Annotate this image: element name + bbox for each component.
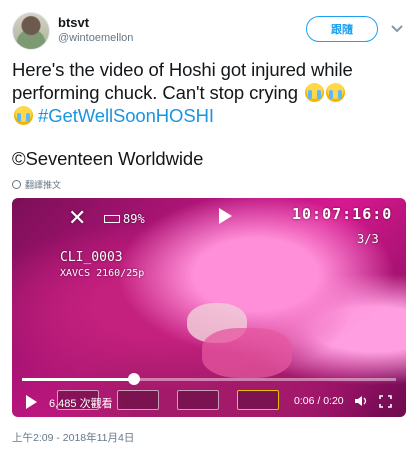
video-player[interactable]: ✕ 89% 10:07:16:0 3/3 CLI_0003 XAVCS 2160… [12,198,406,417]
osd-format: XAVCS 2160/25p [60,268,145,279]
tweet-line-2-text: performing chuck. Can't stop crying [12,82,298,103]
tweet-timestamp[interactable]: 上午2:09 - 2018年11月4日 [12,430,134,445]
video-controls: 6,485 次觀看 0:06 / 0:20 [12,388,406,417]
time-readout: 0:06 / 0:20 [294,395,344,407]
play-icon[interactable] [26,395,37,409]
tweet-line-1: Here's the video of Hoshi got injured wh… [12,59,353,80]
globe-icon [12,180,21,189]
display-name[interactable]: btsvt [58,15,89,30]
loudly-crying-face-icon [304,83,324,102]
loudly-crying-face-icon [325,83,345,102]
follow-button[interactable]: 跟隨 [306,16,378,42]
progress-bar[interactable] [22,378,396,381]
tweet-text: Here's the video of Hoshi got injured wh… [12,58,410,170]
translate-label: 翻譯推文 [25,180,62,190]
video-frame-figure [202,328,292,378]
tweet-line-3: #GetWellSoonHOSHI [12,104,410,127]
avatar[interactable] [12,12,50,50]
volume-icon[interactable] [354,394,368,408]
osd-close-icon: ✕ [68,206,87,231]
osd-clip-name: CLI_0003 [60,250,123,265]
osd-battery: 89% [104,212,145,226]
chevron-down-icon[interactable] [389,20,405,36]
tweet-credit: ©Seventeen Worldwide [12,148,204,169]
hashtag-link[interactable]: #GetWellSoonHOSHI [38,105,214,126]
tweet-line-2: performing chuck. Can't stop crying [12,81,410,104]
fullscreen-icon[interactable] [379,395,392,408]
user-handle[interactable]: @wintoemellon [58,32,133,44]
tweet-header: btsvt @wintoemellon 跟隨 [12,12,407,50]
progress-handle[interactable] [128,373,141,385]
translate-tweet-link[interactable]: 翻譯推文 [12,178,61,191]
osd-timecode: 10:07:16:0 [292,205,393,223]
battery-icon [104,215,120,223]
osd-play-icon [219,208,232,224]
loudly-crying-face-icon [14,106,33,125]
view-count: 6,485 次觀看 [49,398,113,410]
osd-battery-text: 89% [123,212,145,226]
progress-fill [22,378,135,381]
osd-page-count: 3/3 [357,232,379,246]
